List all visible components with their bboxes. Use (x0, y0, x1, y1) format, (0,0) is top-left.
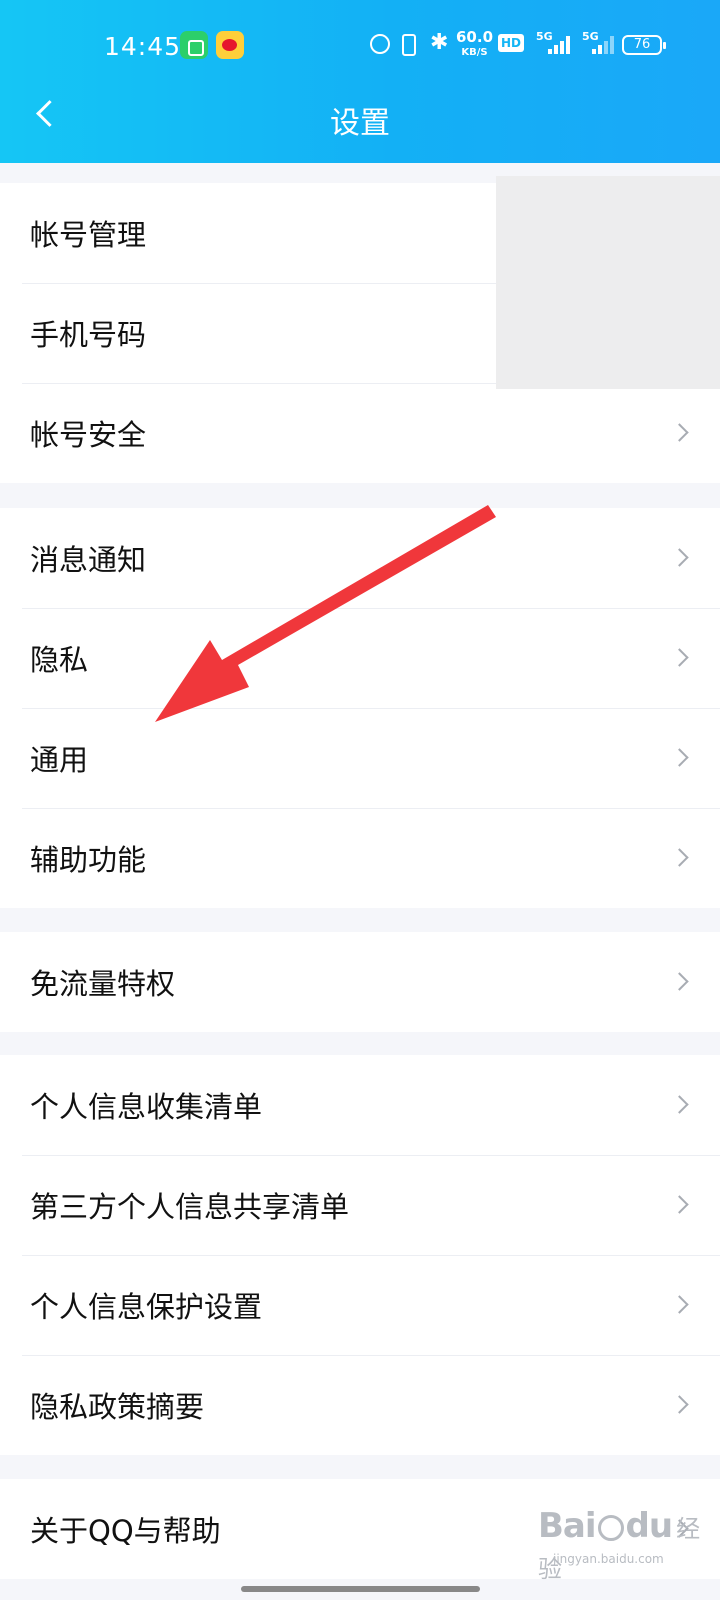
watermark-brand-right: du (625, 1506, 674, 1546)
baidu-paw-icon (597, 1514, 624, 1541)
home-indicator[interactable] (241, 1586, 480, 1592)
watermark-url: jingyan.baidu.com (553, 1552, 664, 1566)
annotation-arrow-icon (155, 505, 496, 722)
watermark-brand-left: Bai (538, 1506, 597, 1546)
baidu-jingyan-watermark: Bai du 经验 (538, 1506, 720, 1586)
